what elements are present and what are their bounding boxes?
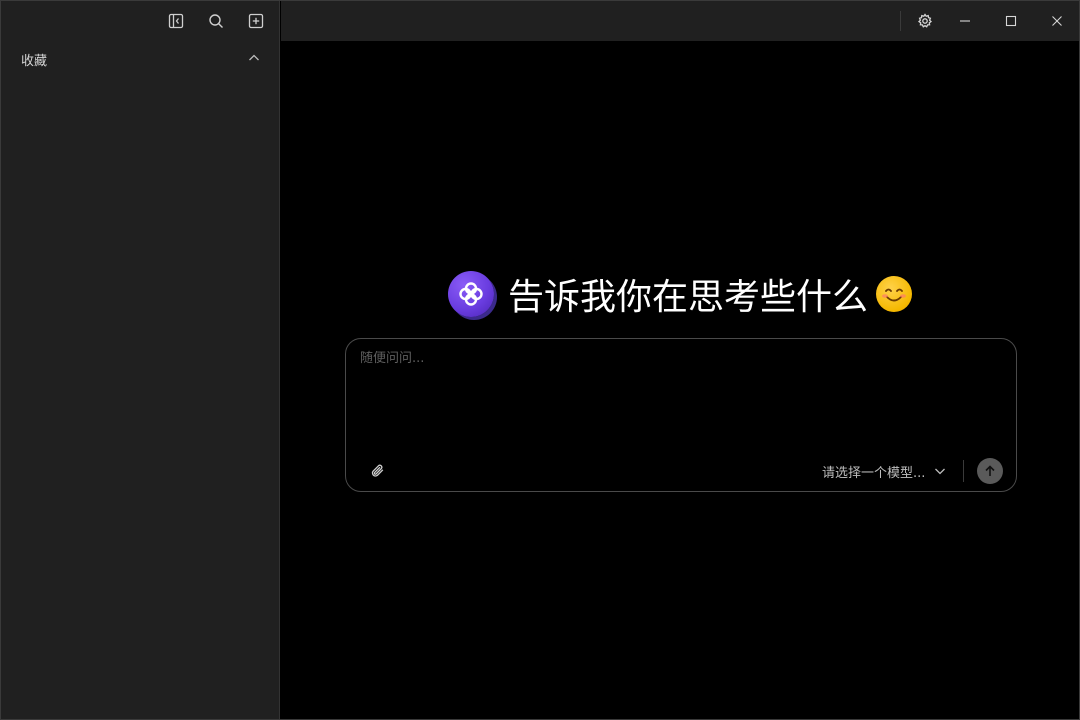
send-button[interactable] bbox=[977, 458, 1003, 484]
titlebar bbox=[281, 1, 1079, 41]
sidebar-toolbar bbox=[1, 1, 280, 41]
smiling-face-icon bbox=[876, 276, 912, 312]
chevron-down-icon bbox=[935, 468, 946, 475]
gear-icon bbox=[917, 13, 933, 28]
minimize-icon bbox=[960, 20, 970, 22]
minimize-button[interactable] bbox=[942, 1, 988, 41]
arrow-up-icon bbox=[985, 465, 995, 476]
favorites-section-title: 收藏 bbox=[21, 54, 48, 69]
message-input[interactable] bbox=[360, 347, 1000, 447]
new-chat-icon bbox=[248, 13, 264, 29]
favorites-section-header[interactable]: 收藏 bbox=[1, 45, 280, 71]
new-chat-button[interactable] bbox=[244, 9, 268, 33]
titlebar-divider bbox=[900, 11, 901, 31]
chat-main-area: 告诉我你在思考些什么 请选择一个模型... bbox=[281, 41, 1079, 719]
search-button[interactable] bbox=[204, 9, 228, 33]
model-selector-label: 请选择一个模型... bbox=[822, 465, 926, 481]
model-selector[interactable]: 请选择一个模型... bbox=[822, 460, 947, 482]
composer-divider bbox=[963, 460, 964, 482]
chevron-up-icon bbox=[249, 54, 259, 61]
close-icon bbox=[1052, 16, 1062, 26]
sidebar-collapse-icon bbox=[168, 13, 184, 29]
app-window: 收藏 告诉我你在思考些什么 随便问问... 请选择一个模型... bbox=[0, 0, 1080, 720]
attach-button[interactable] bbox=[366, 459, 390, 483]
welcome-text: 告诉我你在思考些什么 bbox=[507, 277, 868, 318]
sidebar: 收藏 bbox=[1, 1, 280, 719]
paperclip-icon bbox=[371, 464, 384, 477]
search-icon bbox=[209, 14, 223, 28]
message-composer: 请选择一个模型... bbox=[345, 338, 1017, 492]
sidebar-collapse-button[interactable] bbox=[164, 9, 188, 33]
close-button[interactable] bbox=[1034, 1, 1080, 41]
app-logo-icon bbox=[447, 271, 494, 317]
maximize-icon bbox=[1005, 15, 1017, 27]
maximize-button[interactable] bbox=[988, 1, 1034, 41]
welcome-hero: 告诉我你在思考些什么 bbox=[281, 269, 1079, 319]
